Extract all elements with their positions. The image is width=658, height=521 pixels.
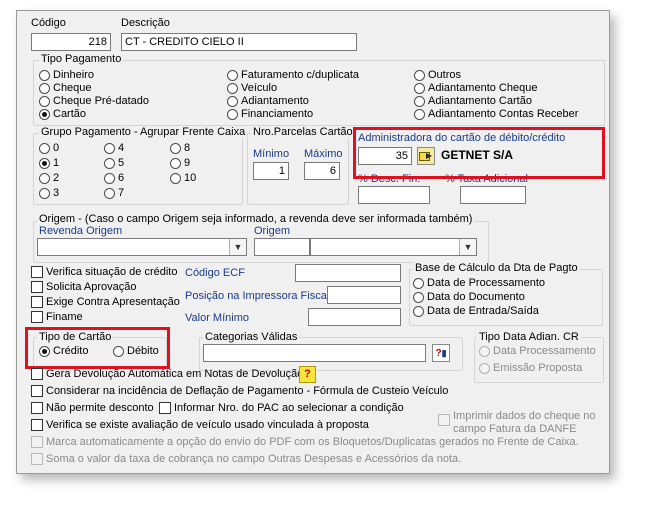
imprimir-label-2: campo Fatura da DANFE — [453, 423, 577, 435]
imprimir-label-1: Imprimir dados do cheque no — [453, 410, 596, 422]
revenda-origem-select[interactable]: ▼ — [37, 238, 247, 256]
grupo-radio-7[interactable]: 7 — [104, 187, 124, 199]
chk-informar-pac[interactable]: Informar Nro. do PAC ao selecionar a con… — [159, 402, 404, 414]
radio-dinheiro[interactable]: Dinheiro — [39, 69, 94, 81]
radio-emissao-proposta[interactable]: Emissão Proposta — [479, 362, 582, 374]
maximo-label: Máximo — [304, 148, 343, 160]
help-question-icon[interactable]: ? — [299, 366, 316, 383]
question-lookup-icon[interactable]: ? ▮ — [432, 344, 450, 362]
chevron-down-icon[interactable]: ▼ — [459, 239, 476, 255]
chk-marca-pdf[interactable]: Marca automaticamente a opção do envio d… — [31, 436, 579, 448]
minimo-label: Mínimo — [253, 148, 290, 160]
grupo-radio-9[interactable]: 9 — [170, 157, 190, 169]
grupo-radio-3[interactable]: 3 — [39, 187, 59, 199]
parcelas-title: Nro.Parcelas Cartão — [251, 126, 355, 138]
minimo-input[interactable]: 1 — [253, 162, 289, 180]
desc-fin-input[interactable] — [358, 186, 430, 204]
codigo-input[interactable]: 218 — [31, 33, 111, 51]
chk-soma-taxa[interactable]: Soma o valor da taxa de cobrança no camp… — [31, 453, 461, 465]
origem-title: Origem - (Caso o campo Origem seja infor… — [37, 213, 475, 225]
radio-adiant-cartao[interactable]: Adiantamento Cartão — [414, 95, 532, 107]
radio-adiant-contas[interactable]: Adiantamento Contas Receber — [414, 108, 578, 120]
grupo-radio-6[interactable]: 6 — [104, 172, 124, 184]
grupo-radio-1[interactable]: 1 — [39, 157, 59, 169]
chk-verifica-credito[interactable]: Verifica situação de crédito — [31, 266, 177, 278]
chk-gera-devolucao[interactable]: Gera Devolução Automática em Notas de De… — [31, 368, 303, 380]
radio-data-processamento[interactable]: Data de Processamento — [413, 277, 545, 289]
chk-verifica-veiculo[interactable]: Verifica se existe avaliação de veículo … — [31, 419, 369, 431]
grupo-pagamento-group — [33, 133, 243, 205]
origem-code-input[interactable] — [254, 238, 310, 256]
chevron-down-icon[interactable]: ▼ — [229, 239, 246, 255]
descricao-input[interactable]: CT - CREDITO CIELO II — [121, 33, 357, 51]
revenda-origem-label: Revenda Origem — [39, 225, 123, 237]
radio-adiantamento[interactable]: Adiantamento — [227, 95, 309, 107]
categorias-title: Categorias Válidas — [203, 331, 300, 343]
chk-solicita-aprovacao[interactable]: Solicita Aprovação — [31, 281, 137, 293]
grupo-radio-0[interactable]: 0 — [39, 142, 59, 154]
radio-cheque-pre[interactable]: Cheque Pré-datado — [39, 95, 149, 107]
codigo-ecf-label: Código ECF — [185, 267, 245, 279]
grupo-radio-8[interactable]: 8 — [170, 142, 190, 154]
radio-veiculo[interactable]: Veículo — [227, 82, 277, 94]
codigo-ecf-input[interactable] — [295, 264, 401, 282]
radio-faturamento[interactable]: Faturamento c/duplicata — [227, 69, 359, 81]
radio-cheque[interactable]: Cheque — [39, 82, 92, 94]
valor-minimo-input[interactable] — [308, 308, 401, 326]
tipo-data-title: Tipo Data Adian. CR — [477, 331, 581, 343]
grupo-radio-5[interactable]: 5 — [104, 157, 124, 169]
grupo-pagamento-title: Grupo Pagamento - Agrupar Frente Caixa — [39, 126, 248, 138]
posicao-impressora-label: Posição na Impressora Fiscal — [185, 290, 330, 302]
radio-tipo-data-processamento[interactable]: Data Processamento — [479, 345, 596, 357]
posicao-impressora-input[interactable] — [327, 286, 401, 304]
grupo-radio-2[interactable]: 2 — [39, 172, 59, 184]
chk-nao-permite-desconto[interactable]: Não permite desconto — [31, 402, 154, 414]
highlight-tipo-cartao — [25, 327, 170, 369]
radio-adiant-cheque[interactable]: Adiantamento Cheque — [414, 82, 537, 94]
grupo-radio-4[interactable]: 4 — [104, 142, 124, 154]
descricao-label: Descrição — [121, 17, 170, 29]
taxa-adicional-input[interactable] — [460, 186, 526, 204]
chk-considerar-deflacao[interactable]: Considerar na incidência de Deflação de … — [31, 385, 448, 397]
chk-finame[interactable]: Finame — [31, 311, 83, 323]
tipo-pagamento-title: Tipo Pagamento — [39, 53, 124, 65]
tipo-data-group — [474, 337, 604, 383]
grupo-radio-10[interactable]: 10 — [170, 172, 196, 184]
radio-outros[interactable]: Outros — [414, 69, 461, 81]
maximo-input[interactable]: 6 — [304, 162, 340, 180]
highlight-administradora — [353, 127, 605, 179]
valor-minimo-label: Valor Mínimo — [185, 312, 249, 324]
radio-data-documento[interactable]: Data do Documento — [413, 291, 525, 303]
radio-financiamento[interactable]: Financiamento — [227, 108, 313, 120]
origem-select[interactable]: ▼ — [310, 238, 477, 256]
chk-imprimir-cheque[interactable] — [438, 414, 453, 427]
categorias-input[interactable] — [203, 344, 426, 362]
base-calculo-title: Base de Cálculo da Dta de Pagto — [413, 262, 580, 274]
origem-label: Origem — [254, 225, 291, 237]
radio-data-entrada[interactable]: Data de Entrada/Saída — [413, 305, 539, 317]
radio-cartao[interactable]: Cartão — [39, 108, 86, 120]
chk-exige-contra[interactable]: Exige Contra Apresentação — [31, 296, 180, 308]
codigo-label: Código — [31, 17, 66, 29]
form-window: Código 218 Descrição CT - CREDITO CIELO … — [16, 10, 610, 474]
